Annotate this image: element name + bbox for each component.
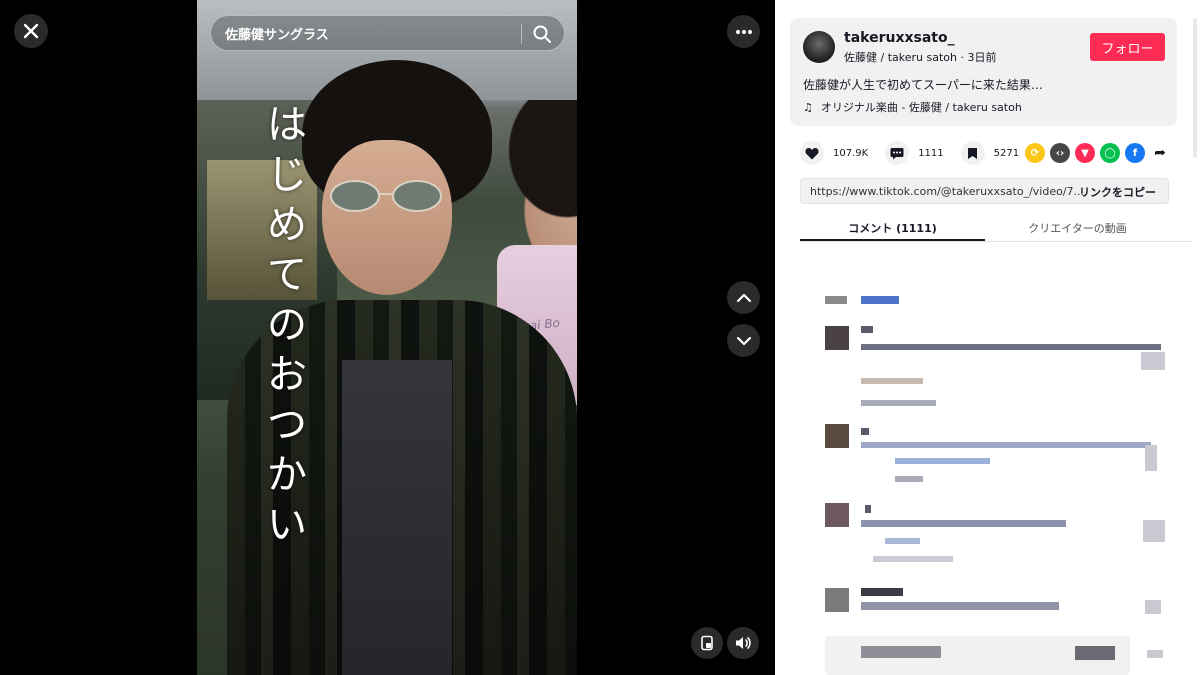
video-description: 佐藤健が人生で初めてスーパーに来た結果…: [803, 78, 1043, 92]
more-icon: [735, 29, 752, 34]
next-video-button[interactable]: [727, 324, 760, 357]
send-icon[interactable]: ▼: [1075, 143, 1095, 163]
panel-tabs: コメント (1111) クリエイターの動画: [800, 212, 1193, 242]
search-text: 佐藤健サングラス: [225, 27, 329, 43]
avatar[interactable]: [825, 503, 849, 527]
video-link-url: https://www.tiktok.com/@takeruxxsato_/vi…: [810, 184, 1085, 198]
search-icon[interactable]: [532, 24, 552, 44]
tab-creator-videos[interactable]: クリエイターの動画: [985, 212, 1170, 241]
author-username[interactable]: takeruxxsato_: [844, 30, 955, 46]
bookmark-icon: [960, 141, 985, 165]
avatar[interactable]: [825, 424, 849, 448]
facebook-icon[interactable]: f: [1125, 143, 1145, 163]
comment-stat[interactable]: 1111: [885, 141, 944, 165]
video-stage: Acai Bo 佐藤健サングラス はじめてのおつかい: [0, 0, 775, 675]
close-icon: [23, 23, 39, 39]
video-caption: はじめてのおつかい: [267, 102, 307, 548]
volume-icon: [736, 637, 751, 649]
floating-player-button[interactable]: [691, 627, 723, 659]
like-stat[interactable]: 107.9K: [800, 141, 868, 165]
follow-button[interactable]: フォロー: [1090, 33, 1165, 61]
more-options-button[interactable]: [727, 15, 760, 48]
detail-panel: takeruxxsato_ 佐藤健 / takeru satoh · 3日前 フ…: [775, 0, 1200, 675]
chevron-up-icon: [736, 293, 751, 302]
line-icon[interactable]: ◯: [1100, 143, 1120, 163]
tab-comments[interactable]: コメント (1111): [800, 212, 985, 241]
like-count: 107.9K: [833, 147, 869, 159]
repost-icon[interactable]: ⟳: [1025, 143, 1045, 163]
chevron-down-icon: [736, 336, 751, 345]
share-arrow-icon[interactable]: ➦: [1150, 143, 1170, 163]
copy-link-button[interactable]: リンクをコピー: [1079, 184, 1156, 200]
volume-button[interactable]: [727, 627, 759, 659]
save-stat[interactable]: 5271: [960, 141, 1020, 165]
author-avatar[interactable]: [803, 31, 835, 63]
close-button[interactable]: [14, 14, 48, 48]
music-note-icon: ♫: [803, 100, 813, 114]
comment-count: 1111: [918, 147, 944, 159]
previous-video-button[interactable]: [727, 281, 760, 314]
avatar[interactable]: [825, 588, 849, 612]
avatar[interactable]: [825, 326, 849, 350]
music-link[interactable]: ♫ オリジナル楽曲 - 佐藤健 / takeru satoh: [803, 99, 1022, 115]
video-link-box[interactable]: https://www.tiktok.com/@takeruxxsato_/vi…: [800, 178, 1169, 204]
heart-icon: [800, 141, 824, 165]
share-buttons: ⟳ ‹› ▼ ◯ f ➦: [1025, 143, 1170, 163]
save-count: 5271: [993, 147, 1020, 159]
comment-icon: [885, 141, 910, 165]
author-subtitle: 佐藤健 / takeru satoh · 3日前: [844, 51, 997, 64]
video-player[interactable]: Acai Bo: [197, 0, 577, 675]
pip-icon: [701, 635, 713, 651]
scrollbar[interactable]: [1193, 18, 1197, 158]
embed-icon[interactable]: ‹›: [1050, 143, 1070, 163]
sunglasses: [330, 180, 442, 212]
search-bar[interactable]: 佐藤健サングラス: [210, 15, 565, 51]
music-title: オリジナル楽曲 - 佐藤健 / takeru satoh: [820, 101, 1022, 114]
stats-row: 107.9K 1111 5271: [800, 141, 1036, 165]
author-card: takeruxxsato_ 佐藤健 / takeru satoh · 3日前 フ…: [790, 18, 1177, 126]
